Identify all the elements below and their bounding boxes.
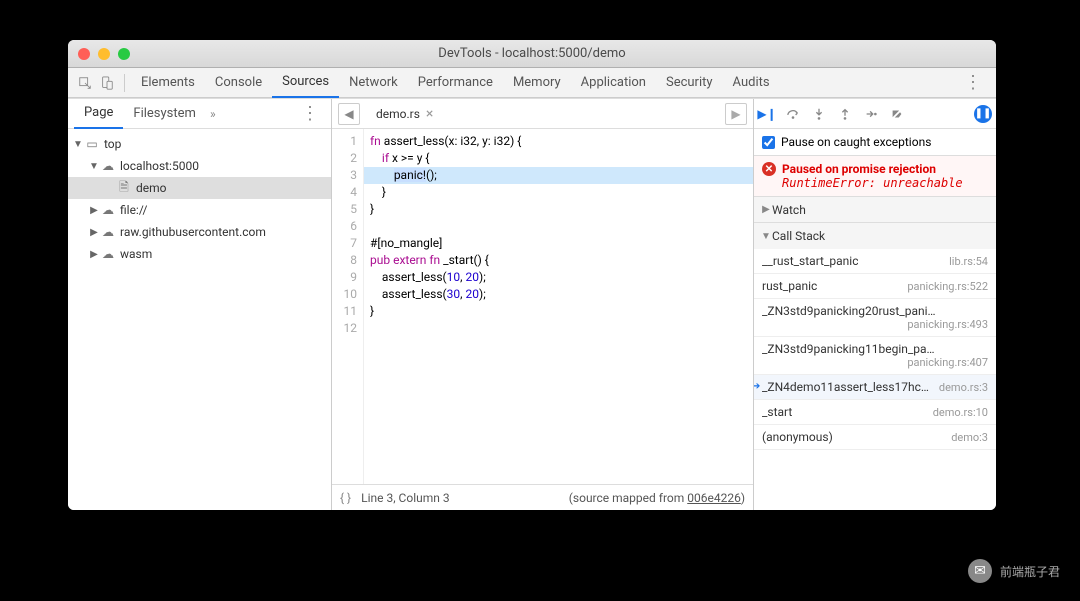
stack-frame[interactable]: _ZN3std9panicking11begin_pa…panicking.rs… xyxy=(754,337,996,375)
tab-network[interactable]: Network xyxy=(339,68,408,98)
separator xyxy=(124,74,125,92)
cloud-icon: ☁ xyxy=(100,203,116,217)
toggle-navigator-icon[interactable]: ◀ xyxy=(338,103,360,125)
tree-item[interactable]: ▼☁localhost:5000 xyxy=(68,155,331,177)
call-stack-list: __rust_start_paniclib.rs:54rust_panicpan… xyxy=(754,249,996,510)
pretty-print-icon[interactable]: { } xyxy=(340,491,351,505)
overflow-icon[interactable]: » xyxy=(206,107,220,121)
pause-caught-checkbox[interactable] xyxy=(762,136,775,149)
window-title: DevTools - localhost:5000/demo xyxy=(68,46,996,61)
file-tree: ▼▭top▼☁localhost:5000🗎demo▶☁file://▶☁raw… xyxy=(68,129,331,510)
wechat-icon: ✉ xyxy=(968,559,992,583)
frame-icon: ▭ xyxy=(84,137,100,151)
cloud-icon: ☁ xyxy=(100,225,116,239)
debugger-toolbar: ▶❙ ❚❚ xyxy=(754,99,996,129)
cursor-position: Line 3, Column 3 xyxy=(361,491,450,505)
tree-item[interactable]: ▼▭top xyxy=(68,133,331,155)
file-icon: 🗎 xyxy=(116,178,132,199)
step-icon[interactable] xyxy=(862,107,880,121)
titlebar: DevTools - localhost:5000/demo xyxy=(68,40,996,68)
stack-frame[interactable]: _ZN3std9panicking20rust_pani…panicking.r… xyxy=(754,299,996,337)
editor-statusbar: { } Line 3, Column 3 (source mapped from… xyxy=(332,484,753,510)
line-gutter: 123456789101112 xyxy=(332,129,364,484)
file-tab-label: demo.rs xyxy=(376,107,420,121)
main-tabs: ElementsConsoleSourcesNetworkPerformance… xyxy=(68,68,996,98)
step-into-icon[interactable] xyxy=(810,107,828,121)
filesystem-tab[interactable]: Filesystem xyxy=(123,99,206,129)
resume-icon[interactable]: ▶❙ xyxy=(758,107,776,121)
sourcemap-info: (source mapped from 006e4226) xyxy=(569,491,745,505)
stack-frame[interactable]: _startdemo.rs:10 xyxy=(754,400,996,425)
pause-caught-label: Pause on caught exceptions xyxy=(781,135,931,149)
file-tab[interactable]: demo.rs × xyxy=(368,103,441,125)
navigator-menu-icon[interactable]: ⋮ xyxy=(295,103,325,124)
watch-pane-header[interactable]: ▶Watch xyxy=(754,197,996,223)
stack-frame[interactable]: _ZN4demo11assert_less17hc8…demo.rs:3 xyxy=(754,375,996,400)
tab-application[interactable]: Application xyxy=(571,68,656,98)
callstack-pane-header[interactable]: ▼Call Stack xyxy=(754,223,996,249)
cloud-icon: ☁ xyxy=(100,159,116,173)
tree-item[interactable]: ▶☁wasm xyxy=(68,243,331,265)
more-menu-icon[interactable]: ⋮ xyxy=(956,72,990,93)
navigator-panel: Page Filesystem » ⋮ ▼▭top▼☁localhost:500… xyxy=(68,99,332,510)
cloud-icon: ☁ xyxy=(100,247,116,261)
inspect-icon[interactable] xyxy=(74,72,96,94)
close-tab-icon[interactable]: × xyxy=(426,106,433,122)
stack-frame[interactable]: rust_panicpanicking.rs:522 xyxy=(754,274,996,299)
tree-item[interactable]: 🗎demo xyxy=(68,177,331,199)
pause-on-exceptions-icon[interactable]: ❚❚ xyxy=(974,105,992,123)
tab-elements[interactable]: Elements xyxy=(131,68,205,98)
tab-memory[interactable]: Memory xyxy=(503,68,571,98)
tab-security[interactable]: Security xyxy=(656,68,723,98)
stack-frame[interactable]: (anonymous)demo:3 xyxy=(754,425,996,450)
sourcemap-link[interactable]: 006e4226 xyxy=(687,491,741,505)
step-over-icon[interactable] xyxy=(784,107,802,121)
debugger-panel: ▶❙ ❚❚ Pause on caught exceptions ✕Paused… xyxy=(754,99,996,510)
error-icon: ✕ xyxy=(762,162,776,176)
step-out-icon[interactable] xyxy=(836,107,854,121)
tree-item[interactable]: ▶☁file:// xyxy=(68,199,331,221)
run-snippet-icon[interactable]: ▶ xyxy=(725,103,747,125)
tree-item[interactable]: ▶☁raw.githubusercontent.com xyxy=(68,221,331,243)
page-tab[interactable]: Page xyxy=(74,99,123,129)
editor-panel: ◀ demo.rs × ▶ 123456789101112 fn assert_… xyxy=(332,99,754,510)
deactivate-breakpoints-icon[interactable] xyxy=(888,107,906,121)
device-icon[interactable] xyxy=(96,72,118,94)
tab-audits[interactable]: Audits xyxy=(723,68,780,98)
watermark: ✉ 前端瓶子君 xyxy=(968,559,1060,583)
code-area[interactable]: fn assert_less(x: i32, y: i32) { if x >=… xyxy=(364,129,753,484)
tab-sources[interactable]: Sources xyxy=(272,68,339,98)
stack-frame[interactable]: __rust_start_paniclib.rs:54 xyxy=(754,249,996,274)
paused-reason: ✕Paused on promise rejection RuntimeErro… xyxy=(754,156,996,197)
tab-console[interactable]: Console xyxy=(205,68,272,98)
devtools-window: DevTools - localhost:5000/demo ElementsC… xyxy=(68,40,996,510)
tab-performance[interactable]: Performance xyxy=(408,68,503,98)
